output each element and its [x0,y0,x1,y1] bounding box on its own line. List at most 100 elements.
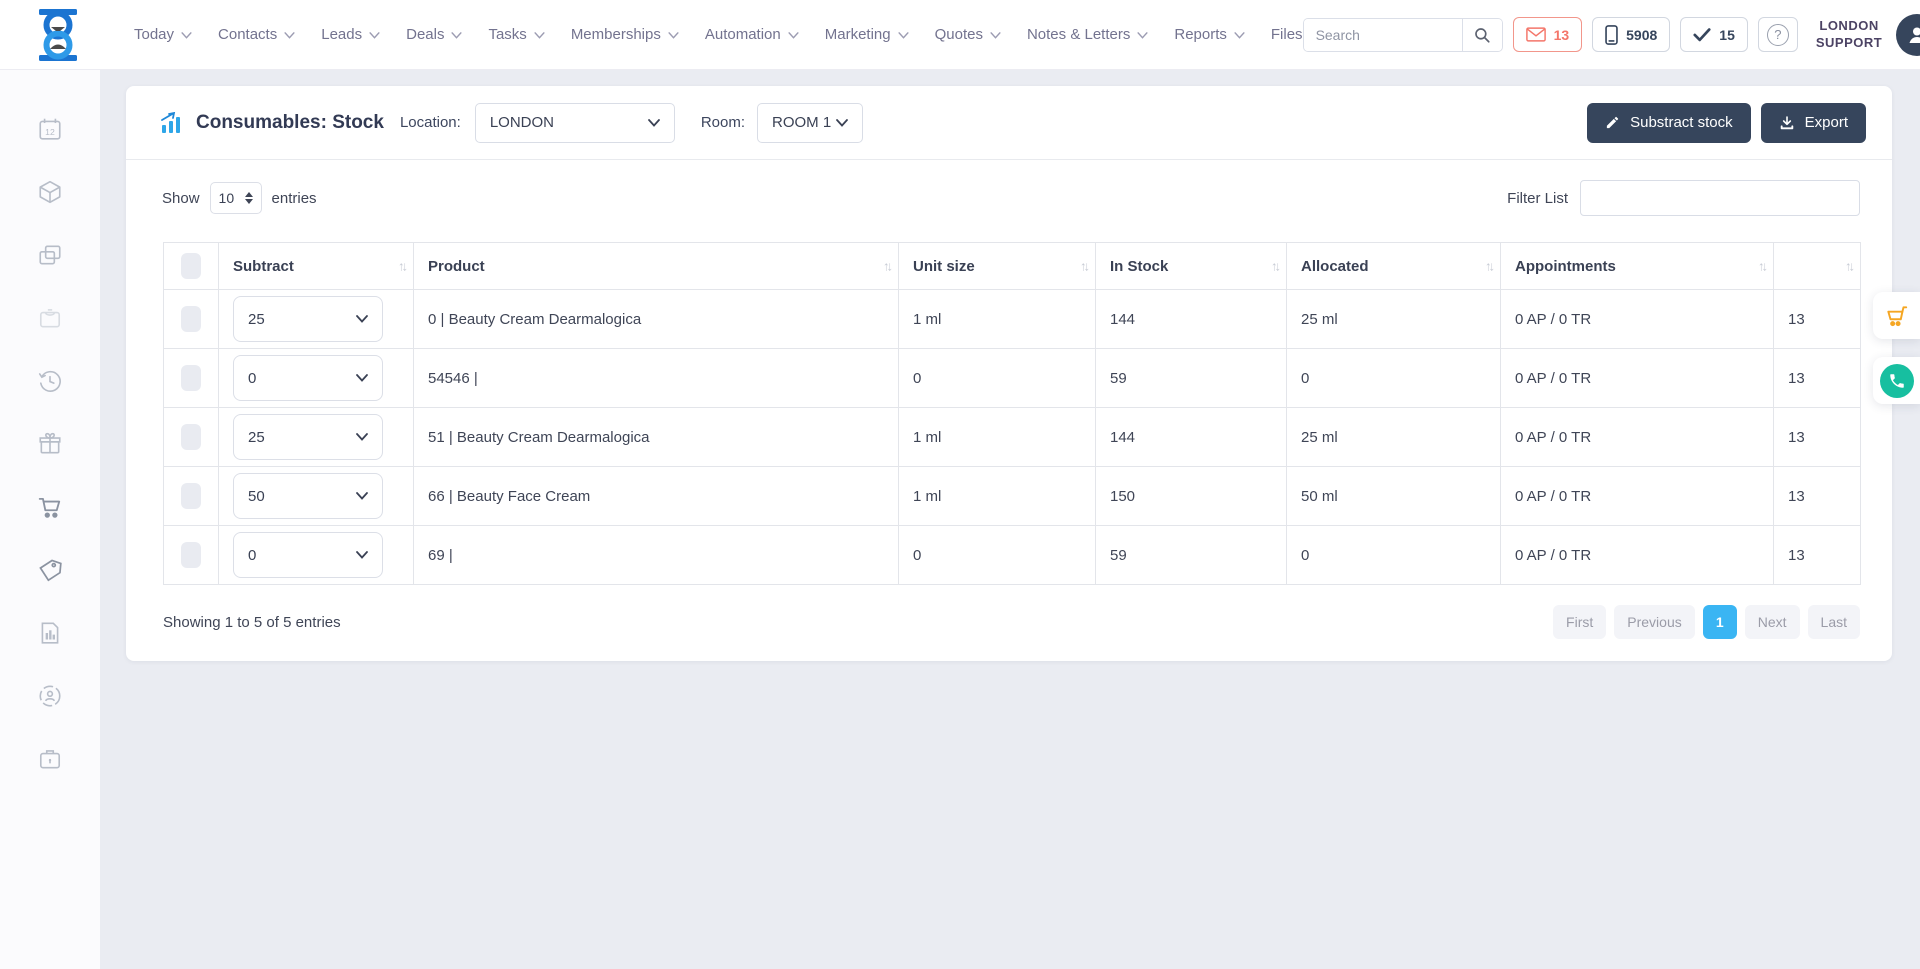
column-header-unit-size[interactable]: Unit size↑↓ [899,243,1096,290]
chevron-down-icon [1137,32,1148,39]
product-cell: 69 | [428,547,453,564]
nav-item-tasks[interactable]: Tasks [488,26,544,43]
subtract-select[interactable]: 0 [233,355,383,401]
location-select[interactable]: LONDON [475,103,675,143]
floating-phone-button[interactable] [1873,357,1920,404]
briefcase-icon[interactable] [37,746,63,772]
allocated-cell: 25 ml [1301,429,1338,446]
help-button[interactable]: ? [1758,17,1798,52]
spinner-icon [245,192,253,204]
column-header-allocated[interactable]: Allocated↑↓ [1287,243,1501,290]
subtract-select[interactable]: 0 [233,532,383,578]
messages-badge[interactable]: 13 [1513,17,1583,52]
allocated-cell: 50 ml [1301,488,1338,505]
pagination-page-1[interactable]: 1 [1703,605,1737,639]
phone-icon [1880,364,1914,398]
show-entries-value: 10 [219,190,235,206]
sort-icon: ↑↓ [883,259,890,274]
nav-item-reports[interactable]: Reports [1174,26,1245,43]
subtract-select[interactable]: 50 [233,473,383,519]
support-icon[interactable] [37,683,63,709]
nav-item-memberships[interactable]: Memberships [571,26,679,43]
show-entries-select[interactable]: 10 [210,182,262,214]
envelope-icon [1526,27,1546,42]
chevron-down-icon [990,32,1001,39]
column-header-appointments[interactable]: Appointments↑↓ [1501,243,1774,290]
package-icon[interactable] [37,179,63,205]
user-icon [1905,23,1920,47]
copy-icon[interactable] [37,242,63,268]
report-icon[interactable] [37,620,63,646]
show-label: Show [162,190,200,207]
subtract-select[interactable]: 25 [233,414,383,460]
unit-size-cell: 1 ml [913,311,941,328]
sidebar: 12 [0,70,100,969]
subtract-stock-button[interactable]: Substract stock [1587,103,1751,143]
row-checkbox[interactable] [181,365,201,391]
column-header-in-stock[interactable]: In Stock↑↓ [1096,243,1287,290]
chevron-down-icon [369,32,380,39]
column-label: Allocated [1301,258,1369,275]
avatar[interactable] [1896,14,1920,56]
history-icon[interactable] [37,368,63,394]
table-footer: Showing 1 to 5 of 5 entries First Previo… [163,605,1860,639]
user-name[interactable]: LONDON SUPPORT [1816,18,1882,51]
nav-item-automation[interactable]: Automation [705,26,799,43]
pagination-last[interactable]: Last [1808,605,1860,639]
calendar-icon[interactable]: 12 [37,116,63,142]
nav-item-contacts[interactable]: Contacts [218,26,295,43]
pagination-previous[interactable]: Previous [1614,605,1694,639]
row-checkbox[interactable] [181,483,201,509]
pagination-next[interactable]: Next [1745,605,1800,639]
allocated-cell: 25 ml [1301,311,1338,328]
table-controls: Show 10 entries Filter List [126,180,1892,216]
subtract-value: 50 [248,488,265,505]
nav-item-notes-letters[interactable]: Notes & Letters [1027,26,1148,43]
extra-cell: 13 [1788,311,1805,328]
cart-icon[interactable] [37,494,63,520]
nav-label: Automation [705,26,781,43]
column-header-product[interactable]: Product↑↓ [414,243,899,290]
calls-badge[interactable]: 5908 [1592,17,1670,52]
row-checkbox[interactable] [181,542,201,568]
tasks-badge[interactable]: 15 [1680,17,1748,52]
nav-item-files[interactable]: Files [1271,26,1303,43]
nav-item-marketing[interactable]: Marketing [825,26,909,43]
filter-list-input[interactable] [1580,180,1860,216]
main-content: Consumables: Stock Location: LONDON Room… [100,70,1920,969]
floating-cart-button[interactable] [1873,292,1920,339]
export-label: Export [1805,114,1848,131]
table-row: 0 69 | 0 59 0 0 AP / 0 TR 13 [164,526,1861,585]
gift-icon[interactable] [37,431,63,457]
stock-table-wrap: Subtract↑↓ Product↑↓ Unit size↑↓ In Stoc… [163,242,1860,585]
shopping-bag-icon[interactable] [37,305,63,331]
search-icon[interactable] [1462,19,1502,51]
select-all-header[interactable] [164,243,219,290]
column-header-extra[interactable]: ↑↓ [1774,243,1861,290]
subtract-value: 25 [248,311,265,328]
nav-item-leads[interactable]: Leads [321,26,380,43]
nav-item-today[interactable]: Today [134,26,192,43]
unit-size-cell: 0 [913,370,921,387]
select-all-checkbox[interactable] [181,253,201,279]
room-select[interactable]: ROOM 1 [757,103,863,143]
nav-item-deals[interactable]: Deals [406,26,462,43]
logo-hourglass-icon[interactable] [30,6,86,64]
column-header-subtract[interactable]: Subtract↑↓ [219,243,414,290]
search-input[interactable] [1304,19,1462,51]
row-checkbox[interactable] [181,306,201,332]
location-value: LONDON [490,114,554,131]
chevron-down-icon [648,119,660,127]
subtract-select[interactable]: 25 [233,296,383,342]
row-checkbox[interactable] [181,424,201,450]
tag-icon[interactable] [37,557,63,583]
nav-item-quotes[interactable]: Quotes [935,26,1001,43]
in-stock-cell: 150 [1110,488,1135,505]
unit-size-cell: 0 [913,547,921,564]
chevron-down-icon [356,315,368,323]
appointments-cell: 0 AP / 0 TR [1515,370,1591,387]
export-button[interactable]: Export [1761,103,1866,143]
pagination-first[interactable]: First [1553,605,1606,639]
sort-icon: ↑↓ [1080,259,1087,274]
chevron-down-icon [668,32,679,39]
